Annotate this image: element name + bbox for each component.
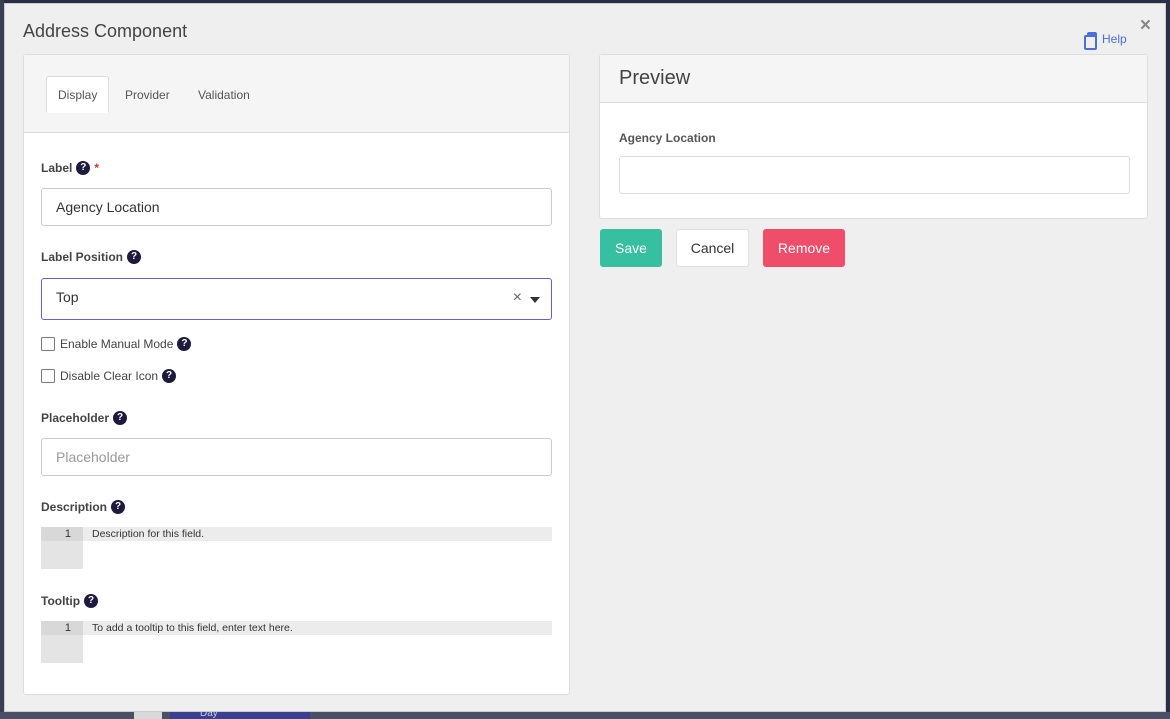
settings-panel: Display Provider Validation Label ? * La… <box>23 54 570 695</box>
question-icon[interactable]: ? <box>111 500 126 514</box>
tab-bar: Display Provider Validation <box>24 55 569 133</box>
preview-panel: Preview Agency Location <box>599 54 1148 219</box>
tab-provider[interactable]: Provider <box>114 76 181 113</box>
clear-icon[interactable]: × <box>513 289 522 307</box>
save-button[interactable]: Save <box>600 229 662 267</box>
question-icon[interactable]: ? <box>127 250 142 264</box>
placeholder-label: Placeholder ? <box>41 411 128 425</box>
question-icon[interactable]: ? <box>177 337 192 351</box>
description-editor-line[interactable]: Description for this field. <box>83 527 552 541</box>
disable-clear-icon-row: Disable Clear Icon ? <box>41 369 177 383</box>
required-mark: * <box>94 161 100 175</box>
disable-clear-icon-checkbox[interactable] <box>41 369 55 383</box>
placeholder-input[interactable] <box>41 438 552 476</box>
tab-validation[interactable]: Validation <box>187 76 261 113</box>
line-number: 1 <box>41 621 83 635</box>
preview-title: Preview <box>600 55 1147 103</box>
tooltip-editor-line[interactable]: To add a tooltip to this field, enter te… <box>83 621 552 635</box>
preview-address-input[interactable] <box>619 156 1130 194</box>
question-icon[interactable]: ? <box>76 161 91 175</box>
enable-manual-mode-label[interactable]: Enable Manual Mode <box>60 337 173 351</box>
tab-display[interactable]: Display <box>46 76 110 113</box>
help-label: Help <box>1102 32 1127 46</box>
description-label: Description ? <box>41 500 126 514</box>
question-icon[interactable]: ? <box>84 594 99 608</box>
placeholder-title: Placeholder <box>41 411 110 425</box>
help-link[interactable]: Help <box>1084 32 1127 50</box>
description-title: Description <box>41 500 108 514</box>
description-editor[interactable]: 1 Description for this field. <box>41 527 552 569</box>
close-button[interactable]: × <box>1140 16 1151 35</box>
label-title: Label <box>41 161 73 175</box>
chevron-down-icon[interactable] <box>530 297 540 303</box>
label-position-label: Label Position ? <box>41 250 142 264</box>
remove-button[interactable]: Remove <box>763 229 845 267</box>
question-icon[interactable]: ? <box>113 411 128 425</box>
modal-title: Address Component <box>23 21 188 41</box>
tooltip-label: Tooltip ? <box>41 594 99 608</box>
tooltip-editor[interactable]: 1 To add a tooltip to this field, enter … <box>41 621 552 663</box>
label-position-select[interactable]: Top × <box>41 278 552 320</box>
cancel-button[interactable]: Cancel <box>676 229 749 267</box>
label-input[interactable] <box>41 188 552 226</box>
line-number: 1 <box>41 527 83 541</box>
preview-field-label: Agency Location <box>619 131 716 145</box>
address-component-modal: Address Component × Help Display Provide… <box>4 3 1166 712</box>
enable-manual-mode-row: Enable Manual Mode ? <box>41 337 192 351</box>
help-book-icon <box>1084 32 1098 50</box>
label-position-title: Label Position <box>41 250 124 264</box>
label-position-value: Top <box>56 289 79 305</box>
disable-clear-icon-label[interactable]: Disable Clear Icon <box>60 369 158 383</box>
tooltip-title: Tooltip <box>41 594 81 608</box>
label-field-label: Label ? * <box>41 161 99 175</box>
enable-manual-mode-checkbox[interactable] <box>41 337 55 351</box>
question-icon[interactable]: ? <box>162 369 177 383</box>
